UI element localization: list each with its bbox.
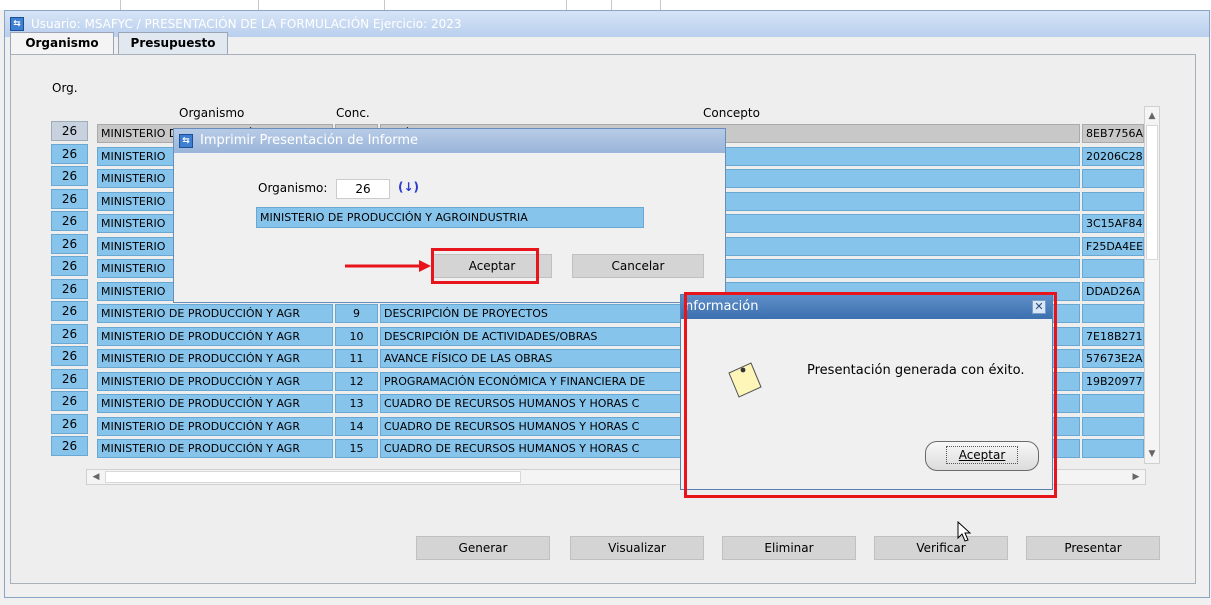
hash-cell[interactable]: [1082, 169, 1144, 188]
print-dialog-title: Imprimir Presentación de Informe: [200, 133, 419, 148]
hash-cell[interactable]: F25DA4EE: [1082, 236, 1144, 256]
scroll-thumb[interactable]: [1146, 125, 1158, 260]
header-conc: Conc.: [336, 106, 370, 120]
hash-cell[interactable]: 57673E2A: [1082, 349, 1144, 368]
organismo-cell[interactable]: MINISTERIO DE PRODUCCIÓN Y AGR: [97, 326, 333, 346]
header-concepto: Concepto: [703, 106, 760, 120]
organismo-cell[interactable]: MINISTERIO DE PRODUCCIÓN Y AGR: [97, 439, 333, 458]
organismo-cell[interactable]: MINISTERIO DE PRODUCCIÓN Y AGR: [97, 304, 333, 323]
window-title: Usuario: MSAFYC / PRESENTACIÓN DE LA FOR…: [31, 17, 462, 31]
organismo-label: Organismo:: [258, 181, 328, 195]
hash-cell[interactable]: 20206C28: [1082, 146, 1144, 166]
presentar-button[interactable]: Presentar: [1026, 536, 1160, 560]
lov-icon[interactable]: (↓): [398, 180, 419, 194]
hscroll-thumb[interactable]: [105, 471, 521, 483]
header-organismo: Organismo: [179, 106, 245, 120]
conc-cell[interactable]: 9: [335, 304, 378, 323]
organismo-cell[interactable]: MINISTERIO DE PRODUCCIÓN Y AGR: [97, 416, 333, 436]
highlight-info-dialog: [684, 292, 1057, 498]
org-cell[interactable]: 26: [51, 368, 88, 389]
print-cancel-button[interactable]: Cancelar: [572, 254, 704, 278]
tab-presupuesto[interactable]: Presupuesto: [118, 32, 228, 54]
vertical-scrollbar[interactable]: ▲ ▼: [1144, 106, 1160, 464]
red-arrow-icon: [345, 260, 431, 272]
organismo-input[interactable]: [336, 179, 390, 199]
hash-cell[interactable]: DDAD26A: [1082, 281, 1144, 301]
hash-cell[interactable]: 8EB7756A: [1082, 124, 1144, 143]
org-cell[interactable]: 26: [51, 166, 88, 186]
organismo-cell[interactable]: MINISTERIO DE PRODUCCIÓN Y AGR: [97, 394, 333, 413]
org-cell[interactable]: 26: [51, 143, 88, 164]
organismo-name-field: MINISTERIO DE PRODUCCIÓN Y AGROINDUSTRIA: [256, 207, 644, 228]
app-icon: ⇆: [10, 17, 24, 31]
hash-cell[interactable]: 3C15AF84: [1082, 214, 1144, 233]
scroll-up-icon[interactable]: ▲: [1145, 109, 1159, 123]
hash-cell[interactable]: [1082, 259, 1144, 278]
eliminar-button[interactable]: Eliminar: [722, 536, 856, 560]
org-cell[interactable]: 26: [51, 211, 88, 231]
hash-cell[interactable]: [1082, 304, 1144, 323]
org-cell[interactable]: 26: [51, 121, 88, 141]
highlight-aceptar: [431, 248, 539, 284]
conc-cell[interactable]: 13: [335, 394, 378, 413]
generar-button[interactable]: Generar: [416, 536, 550, 560]
verificar-button[interactable]: Verificar: [874, 536, 1008, 560]
org-cell[interactable]: 26: [51, 391, 88, 411]
conc-cell[interactable]: 14: [335, 416, 378, 436]
org-cell[interactable]: 26: [51, 301, 88, 321]
print-dialog-titlebar: ⇆ Imprimir Presentación de Informe: [174, 129, 725, 153]
conc-cell[interactable]: 10: [335, 326, 378, 346]
scroll-left-icon[interactable]: ◀: [89, 470, 103, 484]
scroll-right-icon[interactable]: ▶: [1129, 470, 1143, 484]
hash-cell[interactable]: [1082, 416, 1144, 436]
org-cell[interactable]: 26: [51, 278, 88, 299]
org-cell[interactable]: 26: [51, 346, 88, 366]
tab-organismo[interactable]: Organismo: [10, 32, 114, 54]
hash-cell[interactable]: 19B20977: [1082, 371, 1144, 391]
organismo-cell[interactable]: MINISTERIO DE PRODUCCIÓN Y AGR: [97, 371, 333, 391]
top-strip: [0, 0, 1211, 10]
conc-cell[interactable]: 12: [335, 371, 378, 391]
org-cell[interactable]: 26: [51, 256, 88, 276]
visualizar-button[interactable]: Visualizar: [570, 536, 704, 560]
hash-cell[interactable]: [1082, 394, 1144, 413]
org-cell[interactable]: 26: [51, 233, 88, 254]
conc-cell[interactable]: 11: [335, 349, 378, 368]
hash-cell[interactable]: 7E18B271: [1082, 326, 1144, 346]
org-cell[interactable]: 26: [51, 323, 88, 344]
scroll-down-icon[interactable]: ▼: [1145, 447, 1159, 461]
org-cell[interactable]: 26: [51, 413, 88, 434]
header-org: Org.: [52, 81, 78, 95]
mouse-cursor-icon: [957, 521, 972, 542]
dialog-icon: ⇆: [179, 134, 193, 148]
org-cell[interactable]: 26: [51, 188, 88, 209]
hash-cell[interactable]: [1082, 191, 1144, 211]
hash-cell[interactable]: [1082, 439, 1144, 458]
org-cell[interactable]: 26: [51, 436, 88, 456]
organismo-cell[interactable]: MINISTERIO DE PRODUCCIÓN Y AGR: [97, 349, 333, 368]
conc-cell[interactable]: 15: [335, 439, 378, 458]
